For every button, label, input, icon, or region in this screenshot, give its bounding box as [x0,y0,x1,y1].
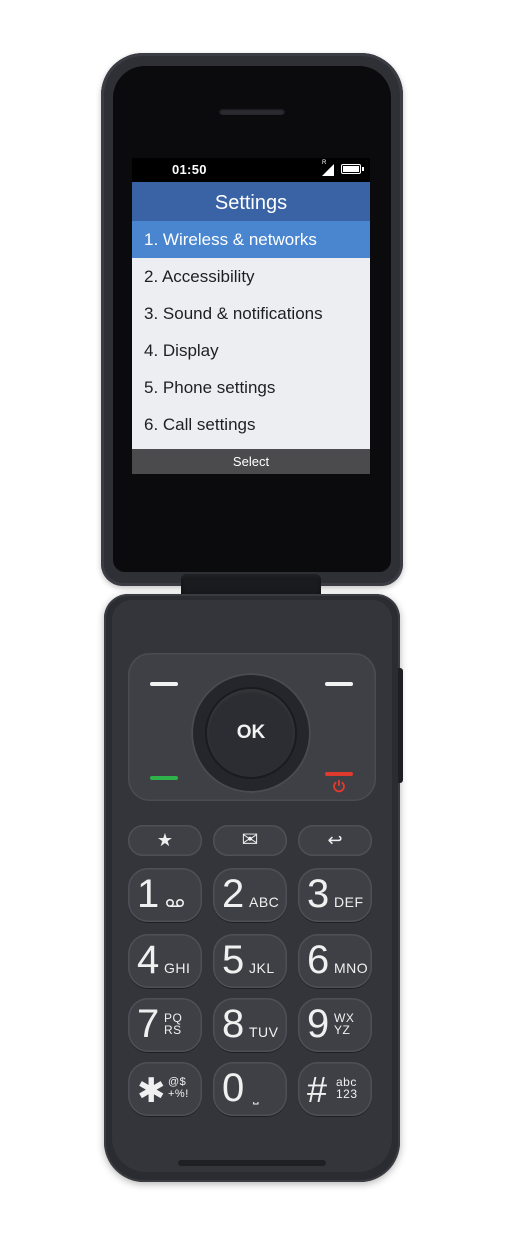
key-9[interactable]: 9 WX YZ [298,998,372,1052]
key-digit: 2 [222,872,245,916]
space-icon: ⎵ [253,1088,260,1104]
key-6[interactable]: 6 MNO [298,934,372,988]
end-key[interactable] [325,772,353,776]
center-softkey-label: Select [232,454,270,469]
ok-button[interactable]: OK [207,689,295,777]
power-icon [333,780,345,793]
key-star[interactable]: ✱ @$ +%! [128,1062,202,1116]
left-softkey[interactable] [150,682,178,686]
key-letters: ABC [249,894,280,910]
message-key[interactable]: ✉ [213,825,287,856]
key-digit: 7 [137,1002,160,1046]
key-letters: GHI [164,960,191,976]
settings-menu: 1. Wireless & networks 2. Accessibility … [132,221,370,443]
key-letters: DEF [334,894,364,910]
menu-item-call-settings[interactable]: 6. Call settings [132,406,370,443]
key-digit: 5 [222,938,245,982]
key-hash[interactable]: # abc 123 [298,1062,372,1116]
key-letters: JKL [249,960,275,976]
menu-item-display[interactable]: 4. Display [132,332,370,369]
phone-screen: 01:50 R Settings 1. Wireless & networks … [132,158,370,474]
key-letters: WX YZ [334,1011,355,1037]
key-letters: MNO [334,960,369,976]
key-digit: 6 [307,938,330,982]
battery-icon [341,164,364,174]
asterisk-icon: ✱ [137,1072,166,1110]
battery-fill [343,166,359,172]
key-0[interactable]: 0 ⎵ [213,1062,287,1116]
bottom-slot [178,1160,326,1166]
call-key[interactable] [150,776,178,780]
key-1[interactable]: 1 [128,868,202,922]
side-button[interactable] [398,668,403,783]
screen-title: Settings [132,182,370,221]
key-digit: 1 [137,872,160,916]
softkey-bar: Select [132,449,370,474]
key-4[interactable]: 4 GHI [128,934,202,988]
key-8[interactable]: 8 TUV [213,998,287,1052]
key-letters: PQ RS [164,1011,183,1037]
menu-item-phone-settings[interactable]: 5. Phone settings [132,369,370,406]
key-digit: 4 [137,938,160,982]
key-letters: @$ +%! [168,1076,189,1100]
key-7[interactable]: 7 PQ RS [128,998,202,1052]
status-time: 01:50 [172,162,207,177]
menu-item-accessibility[interactable]: 2. Accessibility [132,258,370,295]
key-letters: TUV [249,1024,279,1040]
key-letters: abc 123 [336,1075,358,1101]
key-digit: # [307,1069,328,1110]
key-digit: 9 [307,1002,330,1046]
key-digit: 8 [222,1002,245,1046]
key-digit: 0 [222,1066,245,1110]
key-5[interactable]: 5 JKL [213,934,287,988]
star-icon: ★ [156,830,174,850]
right-softkey[interactable] [325,682,353,686]
menu-item-sound-notifications[interactable]: 3. Sound & notifications [132,295,370,332]
key-3[interactable]: 3 DEF [298,868,372,922]
star-key[interactable]: ★ [128,825,202,856]
envelope-icon: ✉ [241,829,259,851]
earpiece-speaker [219,108,285,115]
key-2[interactable]: 2 ABC [213,868,287,922]
menu-item-wireless-networks[interactable]: 1. Wireless & networks [132,221,370,258]
key-digit: 3 [307,872,330,916]
back-icon: ↩ [327,830,343,850]
status-bar: 01:50 R [132,158,370,182]
voicemail-icon [166,899,184,907]
signal-icon [322,164,334,176]
back-key[interactable]: ↩ [298,825,372,856]
